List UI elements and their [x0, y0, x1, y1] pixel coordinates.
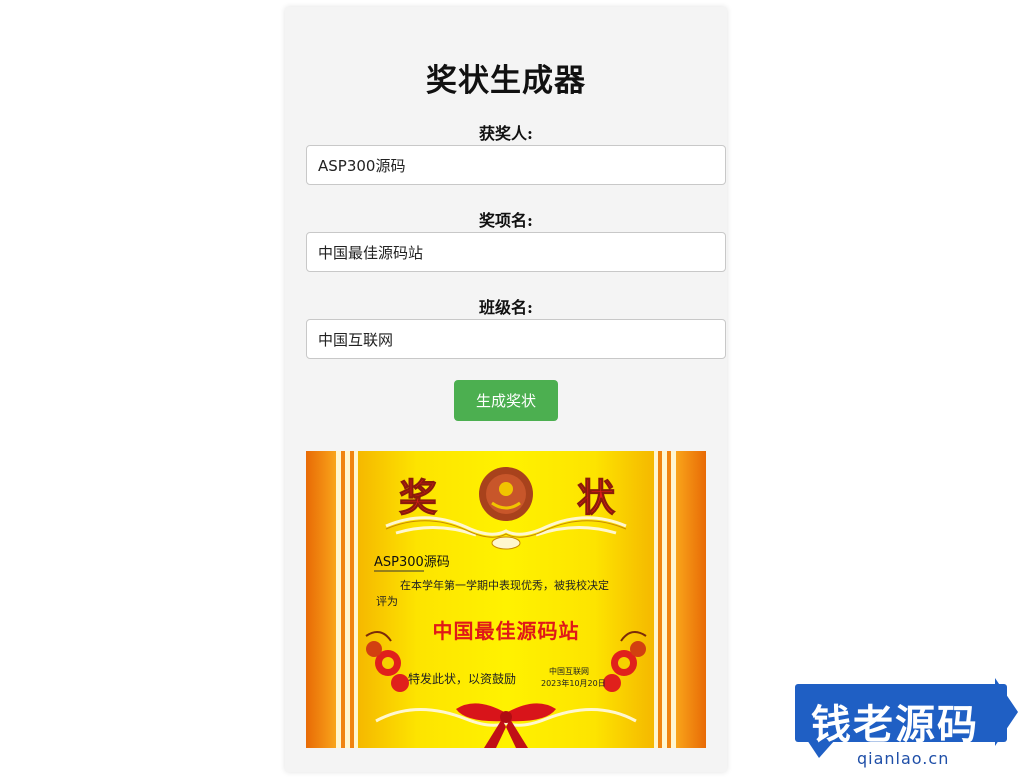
certificate-artwork: 奖 状	[306, 451, 706, 748]
awardee-label: 获奖人:	[479, 124, 533, 143]
class-input[interactable]	[306, 319, 726, 359]
certificate-date: 2023年10月20日	[541, 679, 606, 688]
certificate-footer-text: 特发此状，以资鼓励	[408, 672, 517, 686]
certificate-award-title: 中国最佳源码站	[432, 619, 580, 643]
certificate-awardee-name: ASP300源码	[374, 555, 450, 570]
generator-card: 奖状生成器 获奖人: 奖项名: 班级名: 生成奖状	[285, 7, 727, 772]
awardee-input[interactable]	[306, 145, 726, 185]
certificate-heading-right: 状	[577, 476, 616, 520]
certificate-issuer: 中国互联网	[549, 667, 589, 676]
watermark-url: qianlao.cn	[857, 749, 950, 768]
emblem-icon	[479, 467, 533, 521]
certificate-preview: 奖 状 ASP300源码 在本学年第一学期中表现优秀，被我校决定 评为 中国最佳…	[306, 451, 706, 748]
award-input[interactable]	[306, 232, 726, 272]
award-label: 奖项名:	[479, 211, 533, 230]
certificate-body-line1: 在本学年第一学期中表现优秀，被我校决定	[400, 579, 609, 592]
generate-certificate-button[interactable]: 生成奖状	[454, 380, 558, 421]
watermark-logo: 钱老源码 qianlao.cn	[795, 668, 1018, 776]
certificate-body-line2: 评为	[376, 595, 398, 608]
certificate-heading-left: 奖	[399, 476, 437, 520]
page-title: 奖状生成器	[426, 63, 586, 99]
watermark-text: 钱老源码	[811, 702, 979, 748]
class-label: 班级名:	[479, 298, 533, 317]
